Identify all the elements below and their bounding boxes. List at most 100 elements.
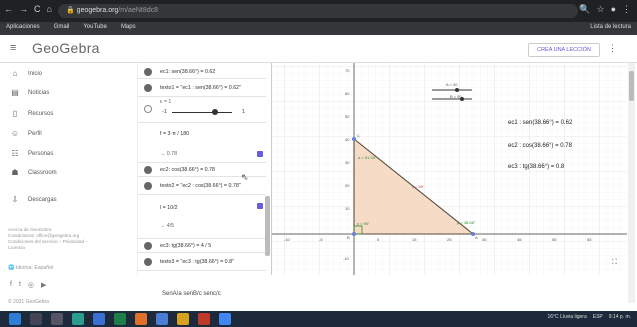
star-icon[interactable]: ☆ — [596, 4, 604, 15]
x-tick: 45 — [517, 237, 522, 242]
bookmark-apps[interactable]: Aplicaciones — [6, 24, 40, 33]
reading-list[interactable]: Lista de lectura — [590, 24, 631, 33]
bookmark-gmail[interactable]: Gmail — [54, 24, 70, 33]
bookmark-maps[interactable]: Maps — [121, 24, 136, 33]
youtube-icon[interactable]: ▶ — [41, 281, 46, 289]
app-icon[interactable] — [198, 313, 210, 325]
more-options-icon[interactable]: ⋮ — [608, 43, 617, 54]
algebra-badge-icon[interactable] — [257, 203, 263, 209]
weather-status[interactable]: 16°C Lluvia ligera — [548, 314, 587, 320]
nav-label: Personas — [28, 150, 54, 157]
visibility-toggle-icon[interactable] — [144, 84, 152, 92]
clock[interactable]: 9:14 p. m. — [609, 314, 631, 320]
footer-links: Acerca de GeoGebra Contáctanos: office@g… — [8, 227, 88, 251]
start-icon[interactable] — [9, 313, 21, 325]
angle-alpha-label: α = 51.34° — [358, 155, 377, 160]
x-tick: -10 — [284, 237, 290, 242]
hypotenuse-label: c = 50 — [412, 184, 424, 189]
nav-item-classroom[interactable]: ☗ Classroom — [10, 168, 56, 177]
people-icon: ☷ — [11, 149, 19, 158]
slider-row[interactable]: ε = 1 -1 1 — [138, 97, 266, 123]
footer-license[interactable]: Licencia — [8, 245, 88, 251]
slider-track[interactable] — [172, 112, 232, 113]
reload-icon[interactable]: C — [34, 4, 41, 14]
folder-icon[interactable] — [177, 313, 189, 325]
nav-item-personas[interactable]: ☷ Personas — [10, 149, 53, 158]
nav-label: Perfil — [28, 130, 42, 137]
social-links: f t ◎ ▶ — [10, 281, 46, 289]
fullscreen-icon[interactable]: ⛶ — [612, 259, 617, 267]
chrome-icon[interactable] — [219, 313, 231, 325]
visibility-toggle-icon[interactable] — [144, 242, 152, 250]
algebra-row[interactable]: l = 10/2 → 4/5 — [138, 195, 266, 239]
forward-icon[interactable]: → — [19, 4, 28, 14]
nav-item-recursos[interactable]: ▯ Recursos — [10, 109, 54, 118]
excel-icon[interactable] — [114, 313, 126, 325]
copyright: © 2021 GeoGebra — [8, 299, 49, 305]
slider-a-label: A = 40 — [446, 82, 458, 87]
y-tick: 70 — [345, 68, 350, 73]
point-b[interactable] — [352, 232, 356, 236]
address-bar[interactable]: 🔒 geogebra.org/m/aeNt8dc8 — [58, 4, 578, 18]
y-tick: 30 — [345, 160, 350, 165]
x-tick: 35 — [482, 237, 487, 242]
powerpoint-icon[interactable] — [135, 313, 147, 325]
visibility-toggle-icon[interactable] — [144, 258, 152, 266]
equation-label-1: ec1 : sen(38.66°) = 0.62 — [508, 120, 573, 126]
algebra-row[interactable]: ec3: tg(38.66°) = 4 / 5 — [138, 239, 266, 253]
profile-avatar-icon[interactable]: ● — [611, 4, 616, 15]
nav-item-inicio[interactable]: ⌂ Inicio — [10, 69, 42, 78]
point-c[interactable] — [352, 137, 356, 141]
explorer-icon[interactable] — [156, 313, 168, 325]
visibility-toggle-icon[interactable] — [144, 182, 152, 190]
y-tick: 40 — [345, 137, 350, 142]
edge-icon[interactable] — [72, 313, 84, 325]
back-icon[interactable]: ← — [4, 4, 13, 14]
bookmark-youtube[interactable]: YouTube — [83, 24, 107, 33]
create-lesson-button[interactable]: CREA UNA LECCIÓN — [528, 43, 600, 57]
algebra-badge-icon[interactable] — [257, 151, 263, 157]
y-tick: 20 — [345, 183, 350, 188]
slider-definition: ε = 1 — [160, 99, 172, 105]
task-view-icon[interactable] — [51, 313, 63, 325]
algebra-row[interactable]: texto3 = "ec3 : tg(38.66°) = 0.8" — [138, 253, 266, 271]
algebra-row[interactable]: ec1: sen(38.66°) = 0.62 — [138, 65, 266, 79]
page-scroll-thumb[interactable] — [629, 71, 634, 101]
slider-a-handle[interactable] — [455, 88, 459, 92]
visibility-toggle-icon[interactable] — [144, 105, 152, 113]
language-selector[interactable]: 🌐 Idioma: Español — [8, 265, 53, 271]
menu-icon[interactable]: ⋮ — [622, 4, 631, 15]
twitter-icon[interactable]: t — [19, 281, 21, 289]
slider-max: 1 — [242, 109, 245, 115]
visibility-toggle-icon[interactable] — [144, 68, 152, 76]
profile-icon: ☺ — [10, 129, 20, 138]
slider-handle[interactable] — [212, 109, 218, 115]
home-icon[interactable]: ⌂ — [47, 4, 52, 14]
search-icon[interactable] — [30, 313, 42, 325]
algebra-row[interactable]: texto1 = "ec1 : sen(38.66°) = 0.62" — [138, 79, 266, 97]
algebra-row[interactable]: f = 3·π / 180 → 0.78 — [138, 123, 266, 163]
word-icon[interactable] — [93, 313, 105, 325]
nav-label: Noticias — [28, 89, 50, 96]
algebra-expression: texto2 = "ec2 : cos(38.66°) = 0.78" — [160, 183, 241, 189]
visibility-toggle-icon[interactable] — [144, 166, 152, 174]
facebook-icon[interactable]: f — [10, 281, 12, 289]
url-path: /m/aeNt8dc8 — [118, 7, 159, 14]
home-icon: ⌂ — [12, 69, 18, 78]
hamburger-menu-icon[interactable]: ≡ — [10, 42, 16, 54]
nav-item-descargas[interactable]: ⇩ Descargas — [10, 195, 57, 204]
zoom-icon[interactable]: 🔍 — [579, 4, 590, 15]
graphics-view[interactable]: A = 40 B = 50 ec1 : sen(38.66°) = 0.62 e… — [272, 63, 627, 275]
algebra-scrollbar[interactable] — [265, 196, 270, 256]
nav-item-perfil[interactable]: ☺ Perfil — [10, 129, 42, 138]
x-tick: 15 — [412, 237, 417, 242]
page-scrollbar[interactable] — [628, 63, 635, 303]
algebra-expression: ec1: sen(38.66°) = 0.62 — [160, 69, 216, 75]
nav-label: Inicio — [28, 70, 43, 77]
algebra-view[interactable]: ec1: sen(38.66°) = 0.62 texto1 = "ec1 : … — [137, 63, 272, 275]
geogebra-logo[interactable]: GeoGebra — [32, 40, 100, 56]
language-indicator[interactable]: ESP — [593, 314, 603, 320]
instagram-icon[interactable]: ◎ — [28, 281, 34, 289]
nav-item-noticias[interactable]: ▤ Noticias — [10, 88, 49, 97]
page-footer-text: SenA/a senB/c senc/c — [162, 291, 221, 297]
